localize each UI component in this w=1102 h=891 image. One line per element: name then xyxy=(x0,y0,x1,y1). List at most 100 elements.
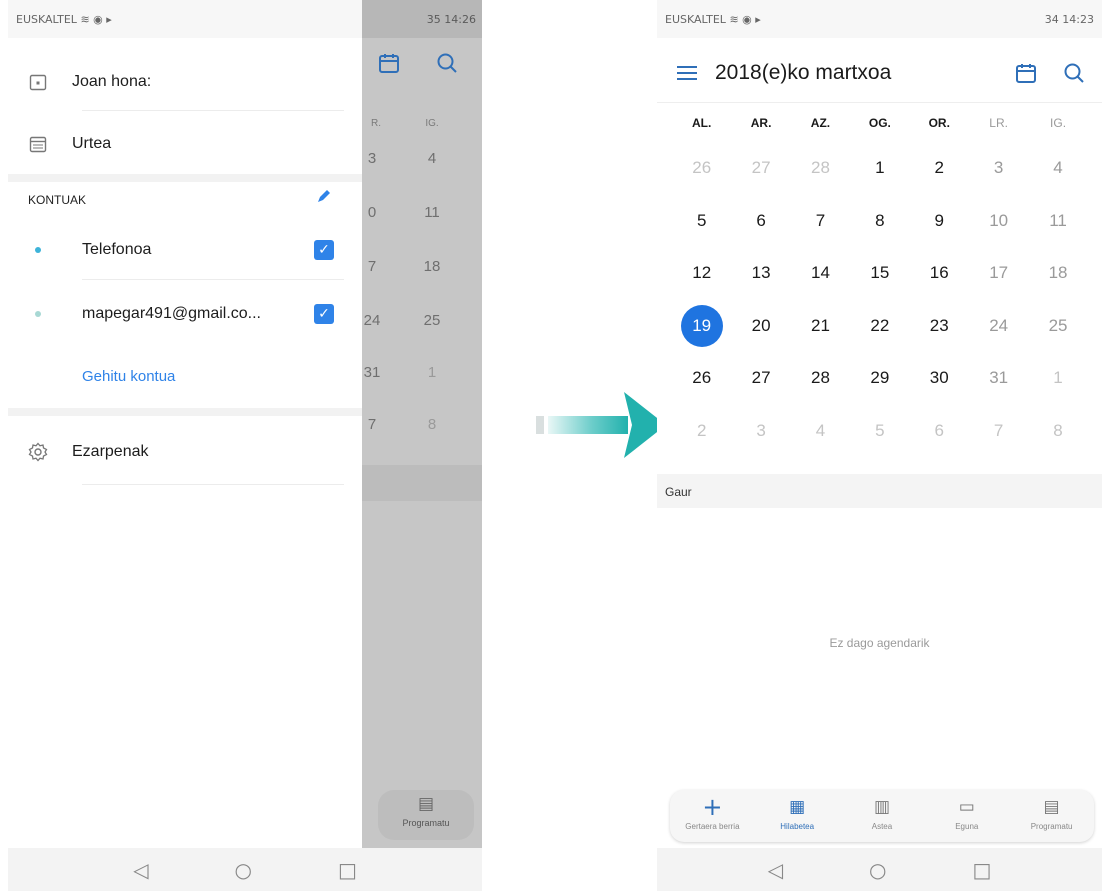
day-cell[interactable]: 7 xyxy=(791,194,850,248)
day-cell[interactable]: 18 xyxy=(1028,246,1087,300)
day-cell[interactable]: 28 xyxy=(791,351,850,405)
year-view-item[interactable]: Urtea xyxy=(8,116,362,172)
account-item-phone[interactable]: Telefonoa xyxy=(8,222,362,278)
today-calendar-icon[interactable] xyxy=(1015,62,1037,90)
day-number: 8 xyxy=(1053,421,1063,440)
day-cell[interactable]: 26 xyxy=(672,351,731,405)
day-cell[interactable]: 11 xyxy=(1028,194,1087,248)
day-cell[interactable]: 22 xyxy=(850,299,909,353)
day-cell[interactable]: 28 xyxy=(791,141,850,195)
day-cell[interactable]: 16 xyxy=(910,246,969,300)
day-number: 9 xyxy=(934,210,944,230)
new-event-tab[interactable]: + Gertaera berria xyxy=(670,790,755,842)
day-cell[interactable]: 7 xyxy=(969,404,1028,458)
day-number: 18 xyxy=(1048,263,1068,283)
day-cell[interactable]: 8 xyxy=(850,194,909,248)
day-cell[interactable]: 3 xyxy=(731,404,790,458)
system-nav-bar: ◁ ○ □ xyxy=(8,848,482,891)
day-cell[interactable]: 3 xyxy=(969,141,1028,195)
day-tab[interactable]: ▭ Eguna xyxy=(924,790,1009,842)
day-cell[interactable]: 27 xyxy=(731,141,790,195)
transition-arrow-icon xyxy=(536,392,666,458)
tab-label: Hilabetea xyxy=(780,822,815,831)
back-icon[interactable]: ◁ xyxy=(768,858,783,882)
day-cell[interactable]: 25 xyxy=(1028,299,1087,353)
day-cell[interactable]: 27 xyxy=(731,351,790,405)
today-calendar-icon[interactable] xyxy=(378,52,400,80)
day-cell[interactable]: 26 xyxy=(672,141,731,195)
day-cell[interactable]: 5 xyxy=(850,404,909,458)
month-tab[interactable]: ▦ Hilabetea xyxy=(755,790,840,842)
agenda-tab-label: Programatu xyxy=(402,818,450,828)
menu-icon[interactable] xyxy=(677,65,697,81)
edit-accounts-icon[interactable] xyxy=(316,188,332,209)
today-section-header: Gaur xyxy=(657,474,1102,508)
settings-item[interactable]: Ezarpenak xyxy=(8,424,362,480)
week-tab[interactable]: ▥ Astea xyxy=(840,790,925,842)
day-number: 27 xyxy=(751,158,771,177)
add-account-link[interactable]: Gehitu kontua xyxy=(82,368,175,385)
day-cell[interactable]: 31 xyxy=(969,351,1028,405)
carrier-label: EUSKALTEL ≋ ◉ ▸ xyxy=(665,12,761,26)
day-cell[interactable]: 21 xyxy=(791,299,850,353)
calendar-year-icon xyxy=(28,134,48,154)
day-number: 6 xyxy=(756,210,766,230)
day-cell-today[interactable]: 19 xyxy=(672,299,731,353)
day-cell[interactable]: 14 xyxy=(791,246,850,300)
search-icon[interactable] xyxy=(1063,62,1085,90)
page-title: 2018(e)ko martxoa xyxy=(715,61,892,84)
day-cell[interactable]: 13 xyxy=(731,246,790,300)
view-tab-bar: + Gertaera berria ▦ Hilabetea ▥ Astea ▭ … xyxy=(670,790,1094,842)
day-cell[interactable]: 24 xyxy=(969,299,1028,353)
day-cell[interactable]: 5 xyxy=(672,194,731,248)
day-number: 11 xyxy=(1049,210,1067,230)
day-cell[interactable]: 9 xyxy=(910,194,969,248)
day-cell[interactable]: 4 xyxy=(1028,141,1087,195)
today-band xyxy=(362,465,482,501)
recents-icon[interactable]: □ xyxy=(972,858,991,882)
behind-day: 1 xyxy=(427,364,437,381)
day-number: 30 xyxy=(929,368,949,388)
behind-day: 25 xyxy=(423,312,441,329)
day-cell[interactable]: 6 xyxy=(910,404,969,458)
day-cell[interactable]: 12 xyxy=(672,246,731,300)
settings-label: Ezarpenak xyxy=(72,443,149,460)
account-label: Telefonoa xyxy=(82,241,152,258)
day-cell[interactable]: 2 xyxy=(910,141,969,195)
tab-label: Programatu xyxy=(1030,822,1073,831)
day-cell[interactable]: 20 xyxy=(731,299,790,353)
day-cell[interactable]: 1 xyxy=(1028,351,1087,405)
account-checkbox-gmail[interactable]: ✓ xyxy=(314,304,334,324)
agenda-tab[interactable]: ▤ Programatu xyxy=(1009,790,1094,842)
day-cell[interactable]: 15 xyxy=(850,246,909,300)
plus-icon: + xyxy=(702,793,723,821)
day-cell[interactable]: 23 xyxy=(910,299,969,353)
day-cell[interactable]: 30 xyxy=(910,351,969,405)
day-number: 24 xyxy=(989,315,1009,335)
account-checkbox-phone[interactable]: ✓ xyxy=(314,240,334,260)
home-icon[interactable]: ○ xyxy=(869,858,886,882)
back-icon[interactable]: ◁ xyxy=(133,858,148,882)
behind-day: 8 xyxy=(427,416,437,433)
agenda-tab-button[interactable]: ▤ Programatu xyxy=(378,790,474,840)
left-phone-screen: 35 14:26 R. IG. 3 4 0 11 7 18 24 25 31 1… xyxy=(8,0,482,891)
day-cell[interactable]: 1 xyxy=(850,141,909,195)
go-to-date-item[interactable]: Joan hona: xyxy=(8,54,362,110)
day-cell[interactable]: 4 xyxy=(791,404,850,458)
status-bar: EUSKALTEL ≋ ◉ ▸ 34 14:23 xyxy=(657,0,1102,38)
account-item-gmail[interactable]: mapegar491@gmail.co... xyxy=(8,286,362,342)
day-number: 28 xyxy=(811,368,830,388)
day-cell[interactable]: 6 xyxy=(731,194,790,248)
day-cell[interactable]: 17 xyxy=(969,246,1028,300)
navigation-drawer: Joan hona: Urtea KONTUAK Telefonoa ✓ map… xyxy=(8,38,362,848)
behind-day: 4 xyxy=(427,150,437,167)
search-icon[interactable] xyxy=(436,52,458,80)
day-cell[interactable]: 10 xyxy=(969,194,1028,248)
day-cell[interactable]: 2 xyxy=(672,404,731,458)
status-bar: EUSKALTEL ≋ ◉ ▸ xyxy=(8,0,362,38)
day-cell[interactable]: 8 xyxy=(1028,404,1087,458)
home-icon[interactable]: ○ xyxy=(235,858,252,882)
day-cell[interactable]: 29 xyxy=(850,351,909,405)
recents-icon[interactable]: □ xyxy=(338,858,357,882)
day-number: 7 xyxy=(993,421,1004,440)
